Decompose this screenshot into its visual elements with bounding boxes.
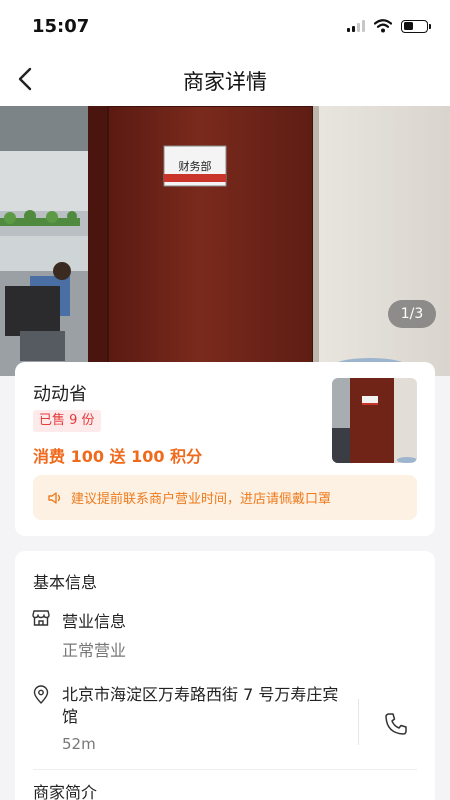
- battery-icon: [401, 19, 431, 33]
- store-icon: [32, 610, 50, 626]
- photo-gallery[interactable]: 财务部 1/3: [0, 106, 450, 376]
- speaker-icon: [48, 491, 61, 504]
- notice-text: 建议提前联系商户营业时间，进店请佩戴口罩: [71, 492, 332, 507]
- cellular-signal-icon: [347, 20, 365, 32]
- door-sign-text: 财务部: [179, 159, 212, 173]
- sold-badge: 已售 9 份: [33, 410, 101, 432]
- thumbnail-photo: [332, 378, 417, 463]
- gallery-counter: 1/3: [388, 300, 436, 328]
- business-status: 正常营业: [62, 641, 127, 660]
- basic-info-card: 基本信息 营业信息 正常营业 北京市海淀区万寿路西街 7 号万寿庄宾馆 52m …: [15, 551, 435, 800]
- divider: [33, 769, 417, 770]
- gallery-photo: 财务部: [0, 106, 450, 376]
- address-text[interactable]: 北京市海淀区万寿路西街 7 号万寿庄宾馆: [62, 684, 352, 728]
- business-info-label: 营业信息: [62, 612, 127, 631]
- notice-banner: 建议提前联系商户营业时间，进店请佩戴口罩: [33, 475, 417, 520]
- status-icons: [347, 19, 431, 33]
- merchant-thumbnail[interactable]: [332, 378, 417, 463]
- wifi-icon: [374, 19, 392, 33]
- nav-bar: 商家详情: [0, 52, 450, 106]
- phone-call-button[interactable]: [383, 711, 409, 737]
- page-title: 商家详情: [183, 70, 267, 94]
- basic-info-title: 基本信息: [33, 573, 98, 592]
- promo-text: 消费 100 送 100 积分: [33, 447, 203, 466]
- status-bar: 15:07: [0, 0, 450, 52]
- distance-text: 52m: [62, 735, 96, 753]
- merchant-intro-title: 商家简介: [33, 783, 98, 800]
- location-pin-icon: [33, 685, 49, 704]
- merchant-name: 动动省: [33, 384, 87, 405]
- merchant-card: 动动省 已售 9 份 消费 100 送 100 积分 建议提前联系商户营业时间，…: [15, 362, 435, 536]
- divider: [358, 699, 359, 745]
- status-time: 15:07: [32, 16, 90, 37]
